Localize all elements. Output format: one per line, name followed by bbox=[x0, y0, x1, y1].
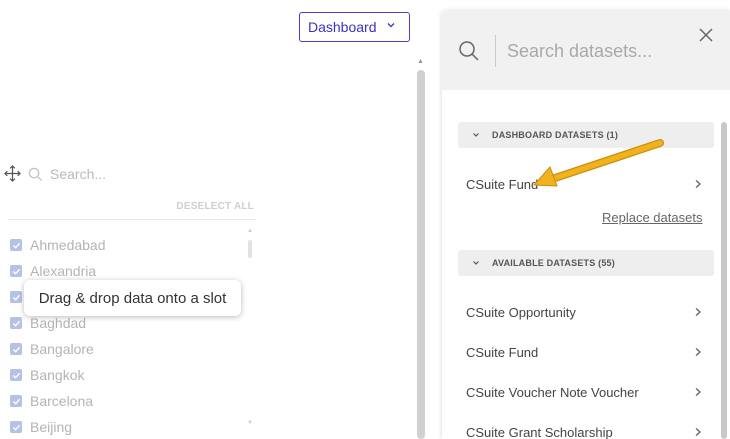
list-item[interactable]: Bangkok bbox=[10, 362, 250, 388]
divider bbox=[495, 35, 496, 67]
chevron-down-icon bbox=[473, 133, 479, 137]
checkbox[interactable] bbox=[10, 421, 22, 433]
list-item-label: Bangalore bbox=[30, 341, 94, 357]
replace-datasets-link[interactable]: Replace datasets bbox=[602, 210, 702, 225]
dataset-name: CSuite Voucher Note Voucher bbox=[466, 384, 639, 400]
checkbox[interactable] bbox=[10, 317, 22, 329]
chevron-right-icon bbox=[695, 348, 701, 356]
dataset-panel-scrollbar[interactable] bbox=[721, 122, 727, 439]
checkbox[interactable] bbox=[10, 291, 22, 303]
check-icon bbox=[12, 320, 20, 327]
dataset-row[interactable]: CSuite Opportunity bbox=[466, 302, 702, 322]
list-scrollbar[interactable] bbox=[248, 240, 252, 258]
check-icon bbox=[12, 398, 20, 405]
available-datasets-section[interactable]: AVAILABLE DATASETS (55) bbox=[458, 250, 714, 276]
dashboard-select[interactable]: Dashboard bbox=[299, 12, 410, 42]
dashboard-select-label: Dashboard bbox=[308, 19, 377, 35]
dataset-row[interactable]: CSuite Fund bbox=[466, 342, 702, 362]
scroll-up-arrow-icon[interactable]: ▲ bbox=[247, 228, 253, 234]
check-icon bbox=[12, 424, 20, 431]
chevron-right-icon bbox=[695, 428, 701, 436]
checkbox[interactable] bbox=[10, 369, 22, 381]
check-icon bbox=[12, 242, 20, 249]
divider bbox=[8, 219, 256, 220]
dataset-name: CSuite Fund bbox=[466, 176, 539, 192]
checkbox[interactable] bbox=[10, 395, 22, 407]
list-item[interactable]: Beijing bbox=[10, 414, 250, 439]
list-item-label: Bangkok bbox=[30, 367, 85, 383]
filter-value-list: Ahmedabad Alexandria Baghdad Bangalore B… bbox=[10, 232, 250, 439]
list-item[interactable]: Bangalore bbox=[10, 336, 250, 362]
list-item-label: Barcelona bbox=[30, 393, 94, 409]
section-title: AVAILABLE DATASETS (55) bbox=[492, 258, 615, 268]
check-icon bbox=[12, 346, 20, 353]
move-icon[interactable] bbox=[4, 165, 21, 182]
dataset-name: CSuite Grant Scholarship bbox=[466, 424, 613, 439]
list-item-label: Ahmedabad bbox=[30, 237, 106, 253]
chevron-down-icon bbox=[473, 261, 479, 265]
close-icon[interactable] bbox=[699, 28, 713, 42]
list-item[interactable]: Ahmedabad bbox=[10, 232, 250, 258]
dataset-name: CSuite Opportunity bbox=[466, 304, 576, 320]
dataset-row[interactable]: CSuite Grant Scholarship bbox=[466, 422, 702, 439]
drag-drop-tooltip: Drag & drop data onto a slot bbox=[24, 280, 241, 316]
checkbox[interactable] bbox=[10, 343, 22, 355]
check-icon bbox=[12, 372, 20, 379]
screen: { "dashboard_select": { "label": "Dashbo… bbox=[0, 0, 730, 439]
list-item-label: Baghdad bbox=[30, 315, 87, 331]
canvas-scrollbar[interactable] bbox=[417, 70, 425, 439]
dataset-name: CSuite Fund bbox=[466, 344, 539, 360]
chevron-down-icon bbox=[387, 23, 395, 28]
filter-search-input[interactable] bbox=[50, 163, 250, 185]
dataset-search-input[interactable] bbox=[507, 38, 677, 64]
annotation-arrow-icon bbox=[532, 139, 664, 187]
chevron-right-icon bbox=[695, 308, 701, 316]
search-icon bbox=[459, 41, 479, 61]
checkbox[interactable] bbox=[10, 239, 22, 251]
dataset-row[interactable]: CSuite Voucher Note Voucher bbox=[466, 382, 702, 402]
chevron-right-icon bbox=[695, 388, 701, 396]
deselect-all-button[interactable]: DESELECT ALL bbox=[176, 201, 254, 212]
list-item-label: Beijing bbox=[30, 419, 73, 435]
dataset-panel: DASHBOARD DATASETS (1) CSuite Fund Repla… bbox=[442, 10, 730, 439]
check-icon bbox=[12, 268, 20, 275]
list-item-label: Alexandria bbox=[30, 263, 97, 279]
checkbox[interactable] bbox=[10, 265, 22, 277]
search-icon bbox=[28, 167, 43, 182]
list-item[interactable]: Barcelona bbox=[10, 388, 250, 414]
dataset-search-header bbox=[442, 10, 730, 90]
check-icon bbox=[12, 294, 20, 301]
chevron-right-icon bbox=[695, 180, 701, 188]
scroll-up-arrow-icon[interactable]: ▲ bbox=[417, 58, 424, 65]
scroll-down-arrow-icon[interactable]: ▼ bbox=[247, 420, 253, 426]
